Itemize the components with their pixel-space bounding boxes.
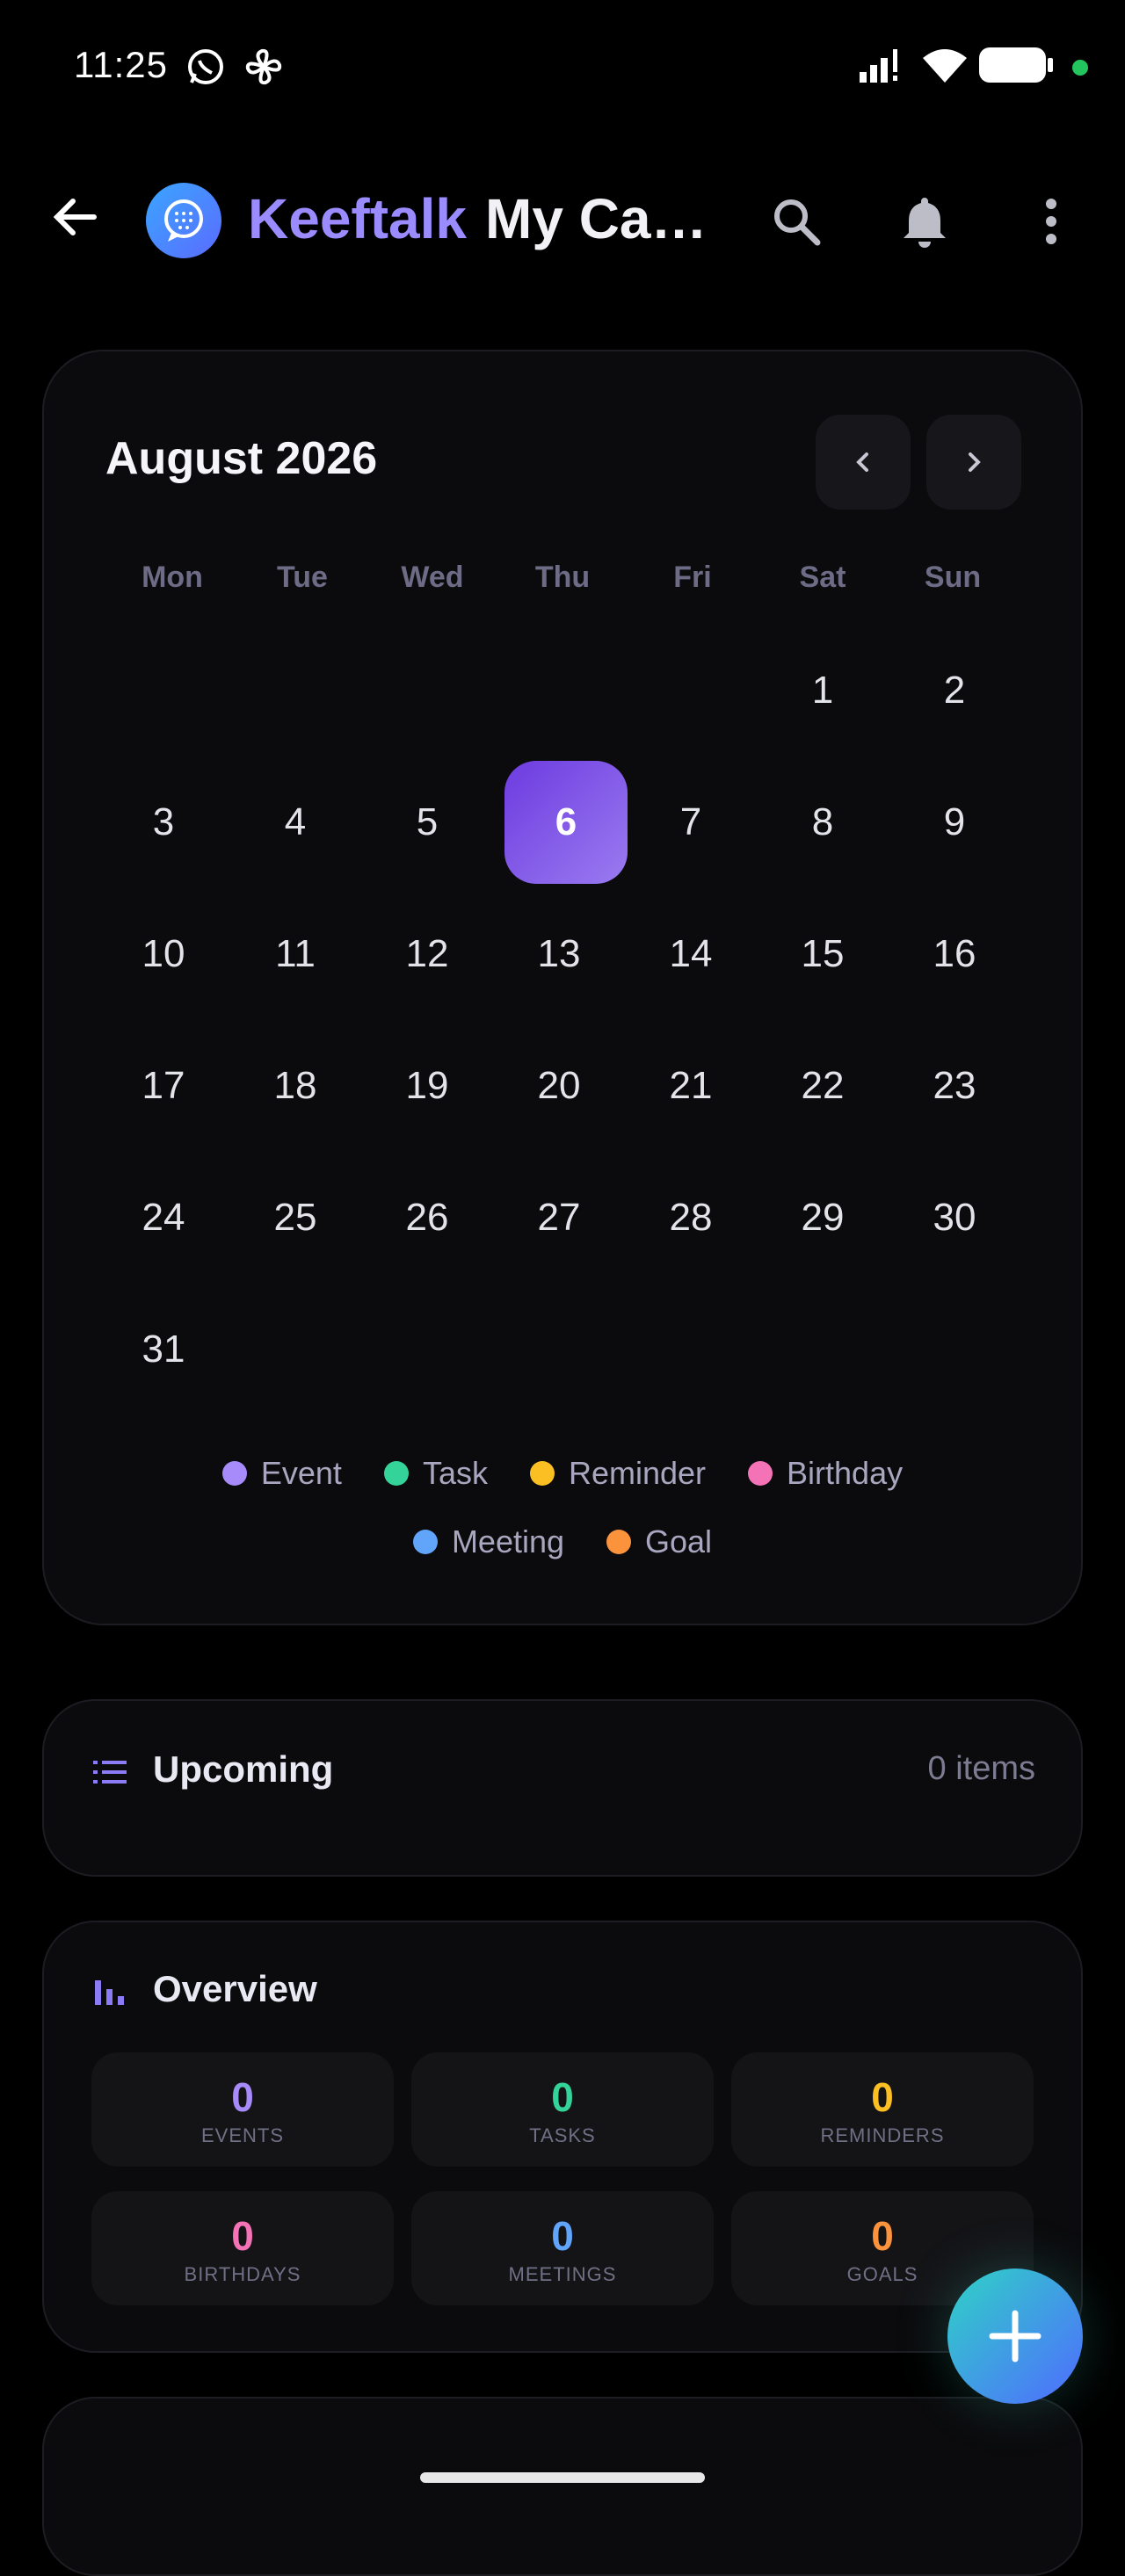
day-cell[interactable]: 24	[102, 1156, 225, 1279]
wifi-icon	[921, 46, 969, 89]
day-cell[interactable]: 8	[761, 761, 884, 884]
stat-tasks: 0 TASKS	[411, 2052, 714, 2167]
battery-icon	[979, 47, 1055, 87]
day-cell[interactable]: 13	[497, 893, 621, 1016]
day-cell[interactable]: 31	[102, 1288, 225, 1411]
back-button[interactable]	[44, 186, 105, 248]
weekday-mon: Mon	[142, 561, 203, 594]
weekday-wed: Wed	[401, 561, 464, 594]
status-bar: 11:25	[0, 0, 1125, 132]
day-cell[interactable]: 10	[102, 893, 225, 1016]
birthday-dot-icon	[748, 1461, 773, 1486]
day-cell[interactable]: 9	[893, 761, 1016, 884]
day-cell[interactable]: 17	[102, 1024, 225, 1147]
overview-card: Overview 0 EVENTS 0 TASKS 0 REMINDERS 0 …	[42, 1921, 1083, 2353]
event-dot-icon	[221, 1461, 247, 1486]
day-cell[interactable]: 25	[234, 1156, 357, 1279]
day-cell[interactable]: 16	[893, 893, 1016, 1016]
legend-goal: Goal	[606, 1523, 712, 1560]
meeting-dot-icon	[412, 1530, 438, 1554]
day-cell[interactable]: 27	[497, 1156, 621, 1279]
day-cell[interactable]: 19	[366, 1024, 489, 1147]
day-cell[interactable]: 5	[366, 761, 489, 884]
day-cell[interactable]: 14	[629, 893, 752, 1016]
app-bar: Keeftalk My Calendar	[0, 158, 1125, 281]
day-cell[interactable]: 18	[234, 1024, 357, 1147]
status-time: 11:25	[74, 44, 168, 85]
reminder-dot-icon	[529, 1461, 555, 1486]
chevron-left-icon	[856, 452, 868, 472]
home-indicator[interactable]	[420, 2472, 705, 2483]
search-icon	[774, 199, 821, 246]
legend-birthday: Birthday	[748, 1455, 903, 1492]
stat-events: 0 EVENTS	[91, 2052, 394, 2167]
privacy-dot-icon	[1072, 60, 1088, 80]
goal-dot-icon	[606, 1530, 632, 1554]
stat-meetings: 0 MEETINGS	[411, 2191, 714, 2305]
day-cell[interactable]: 28	[629, 1156, 752, 1279]
bell-icon	[904, 198, 946, 248]
chat-bubble-icon	[164, 199, 203, 242]
task-dot-icon	[383, 1461, 409, 1486]
day-cell[interactable]: 21	[629, 1024, 752, 1147]
list-icon	[93, 1759, 127, 1790]
month-title: August 2026	[105, 433, 378, 484]
day-cell[interactable]: 7	[629, 761, 752, 884]
day-cell[interactable]: 20	[497, 1024, 621, 1147]
pinwheel-icon	[243, 46, 285, 92]
more-options-button[interactable]	[1023, 193, 1079, 250]
prev-month-button[interactable]	[816, 415, 911, 510]
calendar-card: August 2026 Mon Tue Wed Thu Fri Sat Sun …	[42, 350, 1083, 1625]
weekday-sat: Sat	[799, 561, 846, 594]
overview-title: Overview	[153, 1968, 317, 2009]
plus-icon	[989, 2310, 1042, 2363]
chevron-right-icon	[969, 452, 981, 472]
more-vertical-icon	[1046, 199, 1056, 244]
day-cell[interactable]: 15	[761, 893, 884, 1016]
day-cell[interactable]: 30	[893, 1156, 1016, 1279]
notifications-button[interactable]	[896, 193, 953, 250]
legend-row-2: Meeting Goal	[44, 1523, 1081, 1560]
legend-row-1: Event Task Reminder Birthday	[44, 1455, 1081, 1492]
app-logo	[146, 183, 221, 258]
day-cell[interactable]: 23	[893, 1024, 1016, 1147]
day-cell[interactable]: 3	[102, 761, 225, 884]
day-cell-selected[interactable]: 6	[504, 761, 628, 884]
legend-task: Task	[383, 1455, 488, 1492]
upcoming-count: 0 items	[927, 1750, 1035, 1787]
weekday-sun: Sun	[924, 561, 982, 594]
day-cell[interactable]: 2	[893, 629, 1016, 752]
legend-reminder: Reminder	[529, 1455, 706, 1492]
day-cell[interactable]: 26	[366, 1156, 489, 1279]
arrow-left-icon	[53, 199, 97, 235]
upcoming-title: Upcoming	[153, 1748, 334, 1790]
legend-meeting: Meeting	[412, 1523, 564, 1560]
weekday-tue: Tue	[277, 561, 328, 594]
stat-birthdays: 0 BIRTHDAYS	[91, 2191, 394, 2305]
day-cell[interactable]: 11	[234, 893, 357, 1016]
whatsapp-icon	[185, 46, 227, 92]
day-cell[interactable]: 29	[761, 1156, 884, 1279]
day-cell[interactable]: 22	[761, 1024, 884, 1147]
next-section-card	[42, 2397, 1083, 2576]
signal-icon	[858, 46, 907, 89]
brand-name: Keeftalk	[248, 187, 467, 250]
page-title: My Calendar	[485, 187, 714, 250]
bar-chart-icon	[95, 1975, 125, 2009]
day-cell[interactable]: 12	[366, 893, 489, 1016]
day-cell[interactable]: 1	[761, 629, 884, 752]
add-event-button[interactable]	[947, 2268, 1083, 2404]
upcoming-card[interactable]: Upcoming 0 items	[42, 1699, 1083, 1877]
weekday-fri: Fri	[673, 561, 712, 594]
stat-reminders: 0 REMINDERS	[731, 2052, 1034, 2167]
legend-event: Event	[221, 1455, 342, 1492]
weekday-thu: Thu	[534, 561, 591, 594]
day-cell[interactable]: 4	[234, 761, 357, 884]
next-month-button[interactable]	[926, 415, 1021, 510]
search-button[interactable]	[768, 193, 824, 250]
